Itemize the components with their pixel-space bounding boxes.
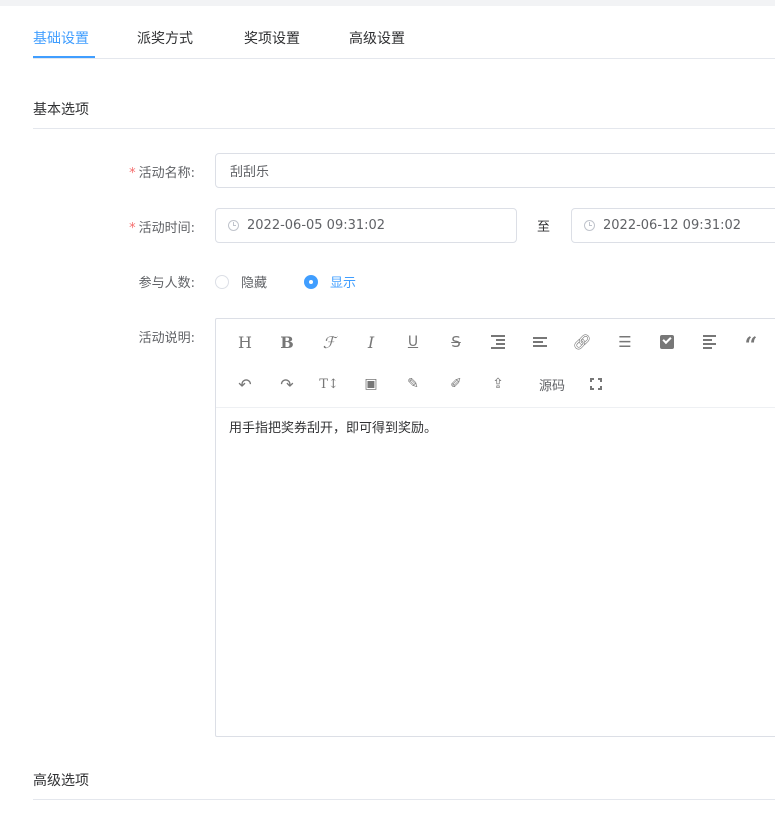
active-tab-indicator xyxy=(33,56,95,58)
clock-icon xyxy=(584,220,595,231)
activity-name-label: * 活动名称: xyxy=(35,162,195,181)
tab-basic-settings[interactable]: 基础设置 xyxy=(33,28,89,48)
editor-content[interactable]: 用手指把奖券刮开，即可得到奖励。 xyxy=(229,417,437,436)
radio-show-label: 显示 xyxy=(330,276,357,291)
align-icon[interactable] xyxy=(525,329,555,355)
undo-icon[interactable]: ↶ xyxy=(230,371,260,397)
radio-hide-label: 隐藏 xyxy=(241,276,268,291)
radio-show-circle[interactable] xyxy=(304,274,318,289)
activity-name-label-text: 活动名称: xyxy=(138,166,195,181)
activity-time-label-text: 活动时间: xyxy=(138,221,195,236)
section-divider-basic xyxy=(33,128,775,129)
section-title-advanced: 高级选项 xyxy=(33,773,89,789)
tabs-divider xyxy=(33,58,775,59)
heading-button[interactable]: H xyxy=(230,329,260,355)
checkbox-icon[interactable] xyxy=(652,329,682,355)
required-mark: * xyxy=(129,221,136,236)
time-range-separator: 至 xyxy=(537,220,551,235)
required-mark: * xyxy=(129,166,136,181)
description-label: 活动说明: xyxy=(138,331,195,346)
start-time-picker[interactable]: 2022-06-05 09:31:02 xyxy=(215,208,517,243)
radio-hide-circle[interactable] xyxy=(215,274,229,289)
rich-text-editor: H B ℱ I U S 🔗︎ ☰ “ ↶ ↷ T↕ ▣ ✎ ✐ ⇪ 源码 用手指… xyxy=(215,318,775,737)
page: 基础设置 派奖方式 奖项设置 高级设置 基本选项 * 活动名称: 刮刮乐 * 活动时… xyxy=(0,0,775,815)
activity-time-label: * 活动时间: xyxy=(35,217,195,236)
underline-button[interactable]: U xyxy=(398,329,428,355)
paragraph-icon[interactable] xyxy=(694,329,724,355)
link-icon[interactable]: 🔗︎ xyxy=(567,329,597,355)
end-time-value: 2022-06-12 09:31:02 xyxy=(603,218,742,233)
list-icon[interactable]: ☰ xyxy=(610,329,640,355)
font-family-button[interactable]: ℱ xyxy=(314,329,344,355)
italic-button[interactable]: I xyxy=(356,329,386,355)
tab-advanced-settings[interactable]: 高级设置 xyxy=(349,28,405,48)
radio-hide[interactable]: 隐藏 xyxy=(215,272,267,291)
font-size-icon[interactable]: T↕ xyxy=(314,371,344,397)
activity-name-value: 刮刮乐 xyxy=(230,165,270,180)
strikethrough-button[interactable]: S xyxy=(441,329,471,355)
tab-award-method[interactable]: 派奖方式 xyxy=(137,28,193,48)
fullscreen-icon[interactable] xyxy=(581,371,611,397)
tabs: 基础设置 派奖方式 奖项设置 高级设置 xyxy=(0,6,775,59)
image-icon[interactable]: ▣ xyxy=(356,371,386,397)
brush-icon[interactable]: ✎ xyxy=(398,371,428,397)
tab-prize-settings[interactable]: 奖项设置 xyxy=(244,28,300,48)
participants-label: 参与人数: xyxy=(138,276,195,291)
start-time-value: 2022-06-05 09:31:02 xyxy=(247,218,386,233)
source-code-button[interactable]: 源码 xyxy=(535,371,569,397)
editor-toolbar-divider xyxy=(216,407,775,408)
paint-icon[interactable]: ✐ xyxy=(441,371,471,397)
quote-icon[interactable]: “ xyxy=(736,329,766,359)
radio-show[interactable]: 显示 xyxy=(304,272,356,291)
section-divider-advanced xyxy=(33,799,775,800)
clock-icon xyxy=(228,220,239,231)
redo-icon[interactable]: ↷ xyxy=(272,371,302,397)
activity-name-input[interactable]: 刮刮乐 xyxy=(215,153,775,188)
upload-icon[interactable]: ⇪ xyxy=(483,371,513,397)
end-time-picker[interactable]: 2022-06-12 09:31:02 xyxy=(571,208,775,243)
section-title-basic: 基本选项 xyxy=(33,102,89,118)
indent-icon[interactable] xyxy=(483,329,513,355)
bold-button[interactable]: B xyxy=(272,329,302,355)
